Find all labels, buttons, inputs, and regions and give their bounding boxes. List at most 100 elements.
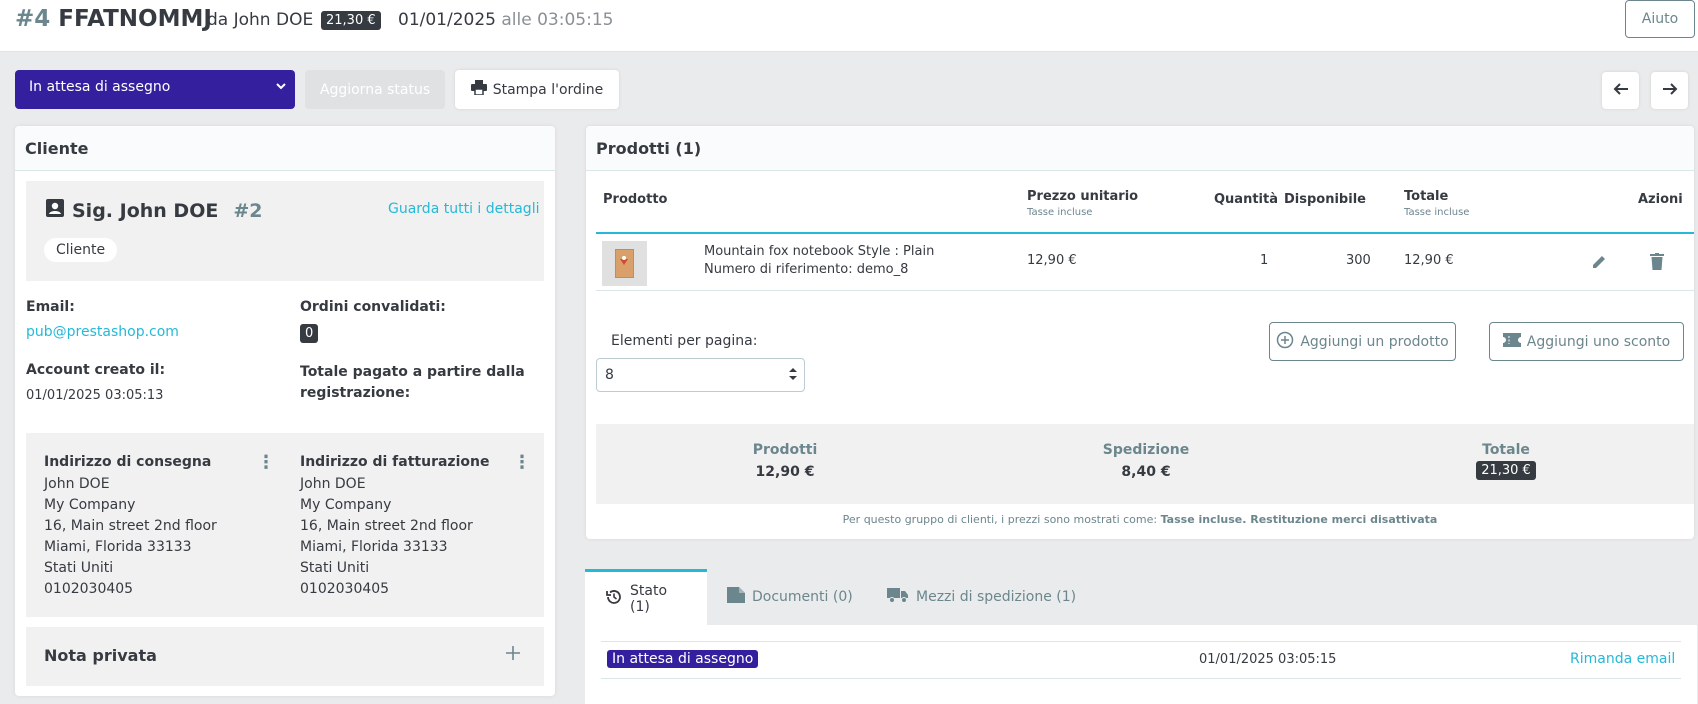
summary-total-value: 21,30 € — [1476, 461, 1536, 480]
summary-products: Prodotti 12,90 € — [730, 442, 840, 480]
address-line: John DOE — [300, 476, 366, 492]
col-actions: Azioni — [1638, 192, 1683, 207]
order-number: #4 — [15, 6, 51, 32]
truck-icon — [887, 587, 909, 607]
tab-documents-label: Documenti (0) — [752, 589, 853, 605]
customer-card: Cliente Sig. John DOE #2 Guarda tutti i … — [15, 126, 555, 696]
print-order-label: Stampa l'ordine — [492, 81, 604, 98]
order-reference: FFATNOMMJ — [58, 6, 212, 32]
tab-documents[interactable]: Documenti (0) — [707, 569, 873, 625]
print-order-button[interactable]: Stampa l'ordine — [455, 70, 619, 109]
products-card: Prodotti (1) Prodotto Prezzo unitario Ta… — [586, 126, 1694, 539]
summary-shipping-value: 8,40 € — [1121, 464, 1171, 480]
shipping-address-menu-icon[interactable]: ⋮ — [257, 452, 275, 473]
order-summary: Prodotti 12,90 € Spedizione 8,40 € Total… — [596, 424, 1694, 504]
help-button[interactable]: Aiuto — [1625, 0, 1695, 38]
order-time-value: alle 03:05:15 — [501, 10, 614, 30]
tab-shipping-label: Mezzi di spedizione (1) — [916, 589, 1077, 605]
summary-products-value: 12,90 € — [755, 464, 815, 480]
order-date-value: 01/01/2025 — [398, 10, 496, 30]
tab-status-label: Stato (1) — [630, 582, 668, 615]
add-discount-label: Aggiungi uno sconto — [1526, 333, 1671, 350]
table-row: In attesa di assegno 01/01/2025 03:05:15… — [601, 641, 1681, 679]
previous-order-button[interactable] — [1602, 72, 1639, 109]
print-icon — [470, 80, 487, 99]
summary-total-label: Totale — [1482, 442, 1530, 458]
per-page-value: 8 — [605, 367, 614, 383]
product-name-link[interactable]: Mountain fox notebook Style : Plain Nume… — [704, 243, 934, 279]
per-page-label: Elementi per pagina: — [611, 333, 758, 349]
tax-footnote-bold: Tasse incluse. Restituzione merci disatt… — [1160, 513, 1438, 526]
customer-email-link[interactable]: pub@prestashop.com — [26, 324, 179, 340]
shipping-address: Indirizzo di consegna John DOE My Compan… — [44, 452, 217, 600]
view-customer-details-link[interactable]: Guarda tutti i dettagli — [388, 201, 539, 217]
product-name: Mountain fox notebook Style : Plain — [704, 244, 935, 259]
product-total: 12,90 € — [1404, 253, 1454, 268]
per-page-select[interactable]: 8 — [596, 358, 805, 392]
add-discount-button[interactable]: Aggiungi uno sconto — [1489, 322, 1684, 361]
product-available: 300 — [1346, 253, 1371, 268]
products-card-title: Prodotti (1) — [586, 126, 1694, 171]
account-created-value: 01/01/2025 03:05:13 — [26, 388, 164, 403]
summary-total-value-wrap: 21,30 € — [1456, 461, 1556, 480]
customer-card-title: Cliente — [15, 126, 555, 171]
col-unit-price-label: Prezzo unitario — [1027, 189, 1139, 204]
invoice-address-title: Indirizzo di fatturazione — [300, 454, 490, 470]
tab-shipping[interactable]: Mezzi di spedizione (1) — [867, 569, 1096, 625]
contact-card-icon — [45, 198, 65, 223]
order-title: #4 FFATNOMMJ — [15, 6, 212, 32]
col-product: Prodotto — [603, 192, 668, 207]
arrow-right-icon — [1662, 81, 1678, 100]
product-unit-price: 12,90 € — [1027, 253, 1077, 268]
customer-id: #2 — [233, 199, 263, 222]
shipping-address-title: Indirizzo di consegna — [44, 454, 212, 470]
private-note-section[interactable]: Nota privata — [26, 627, 544, 686]
add-product-button[interactable]: Aggiungi un prodotto — [1269, 322, 1456, 361]
chevron-down-icon — [275, 80, 287, 96]
invoice-address-menu-icon[interactable]: ⋮ — [513, 452, 531, 473]
delete-icon[interactable] — [1650, 253, 1664, 274]
addresses-section: Indirizzo di consegna John DOE My Compan… — [26, 433, 544, 617]
col-available: Disponibile — [1284, 192, 1366, 207]
address-line: My Company — [300, 497, 392, 513]
col-total-label: Totale — [1404, 189, 1449, 204]
product-thumbnail — [602, 241, 647, 286]
order-total-badge: 21,30 € — [321, 11, 381, 30]
plus-icon[interactable] — [505, 645, 521, 665]
sort-arrows-icon — [788, 365, 798, 387]
order-customer: da John DOE — [207, 10, 314, 30]
plus-circle-icon — [1276, 331, 1294, 353]
order-status-value: In attesa di assegno — [29, 79, 171, 95]
tax-footnote: Per questo gruppo di clienti, i prezzi s… — [586, 513, 1694, 526]
resend-email-link[interactable]: Rimanda email — [1570, 651, 1675, 667]
summary-shipping: Spedizione 8,40 € — [1076, 442, 1216, 480]
customer-group-badge: Cliente — [44, 238, 118, 262]
order-date: 01/01/2025 alle 03:05:15 — [398, 10, 613, 30]
summary-shipping-label: Spedizione — [1102, 442, 1190, 458]
address-line: John DOE — [44, 476, 110, 492]
tax-footnote-prefix: Per questo gruppo di clienti, i prezzi s… — [842, 513, 1158, 526]
add-product-label: Aggiungi un prodotto — [1300, 333, 1449, 350]
address-line: Stati Uniti — [300, 560, 370, 576]
address-line: Miami, Florida 33133 — [44, 539, 192, 555]
page-header: #4 FFATNOMMJ da John DOE 21,30 € 01/01/2… — [0, 0, 1698, 52]
email-label: Email: — [26, 299, 75, 315]
address-line: 16, Main street 2nd floor — [300, 518, 473, 534]
next-order-button[interactable] — [1651, 72, 1688, 109]
account-created-label: Account creato il: — [26, 362, 166, 378]
col-unit-price-sub: Tasse incluse — [1027, 207, 1093, 218]
col-unit-price: Prezzo unitario Tasse incluse — [1027, 189, 1138, 218]
tab-status[interactable]: Stato (1) — [585, 569, 707, 625]
address-line: 0102030405 — [300, 581, 390, 597]
total-spent-label: Totale pagato a partire dalla registrazi… — [300, 364, 525, 401]
summary-products-label: Prodotti — [752, 442, 818, 458]
ticket-icon — [1502, 332, 1521, 351]
col-total: Totale Tasse incluse — [1404, 189, 1469, 218]
history-icon — [605, 588, 623, 610]
update-status-button[interactable]: Aggiorna status — [305, 70, 445, 109]
product-quantity: 1 — [1260, 253, 1269, 268]
address-line: 16, Main street 2nd floor — [44, 518, 217, 534]
order-status-select[interactable]: In attesa di assegno — [15, 70, 295, 109]
customer-summary: Sig. John DOE #2 Guarda tutti i dettagli… — [26, 181, 544, 281]
edit-icon[interactable] — [1591, 254, 1607, 274]
